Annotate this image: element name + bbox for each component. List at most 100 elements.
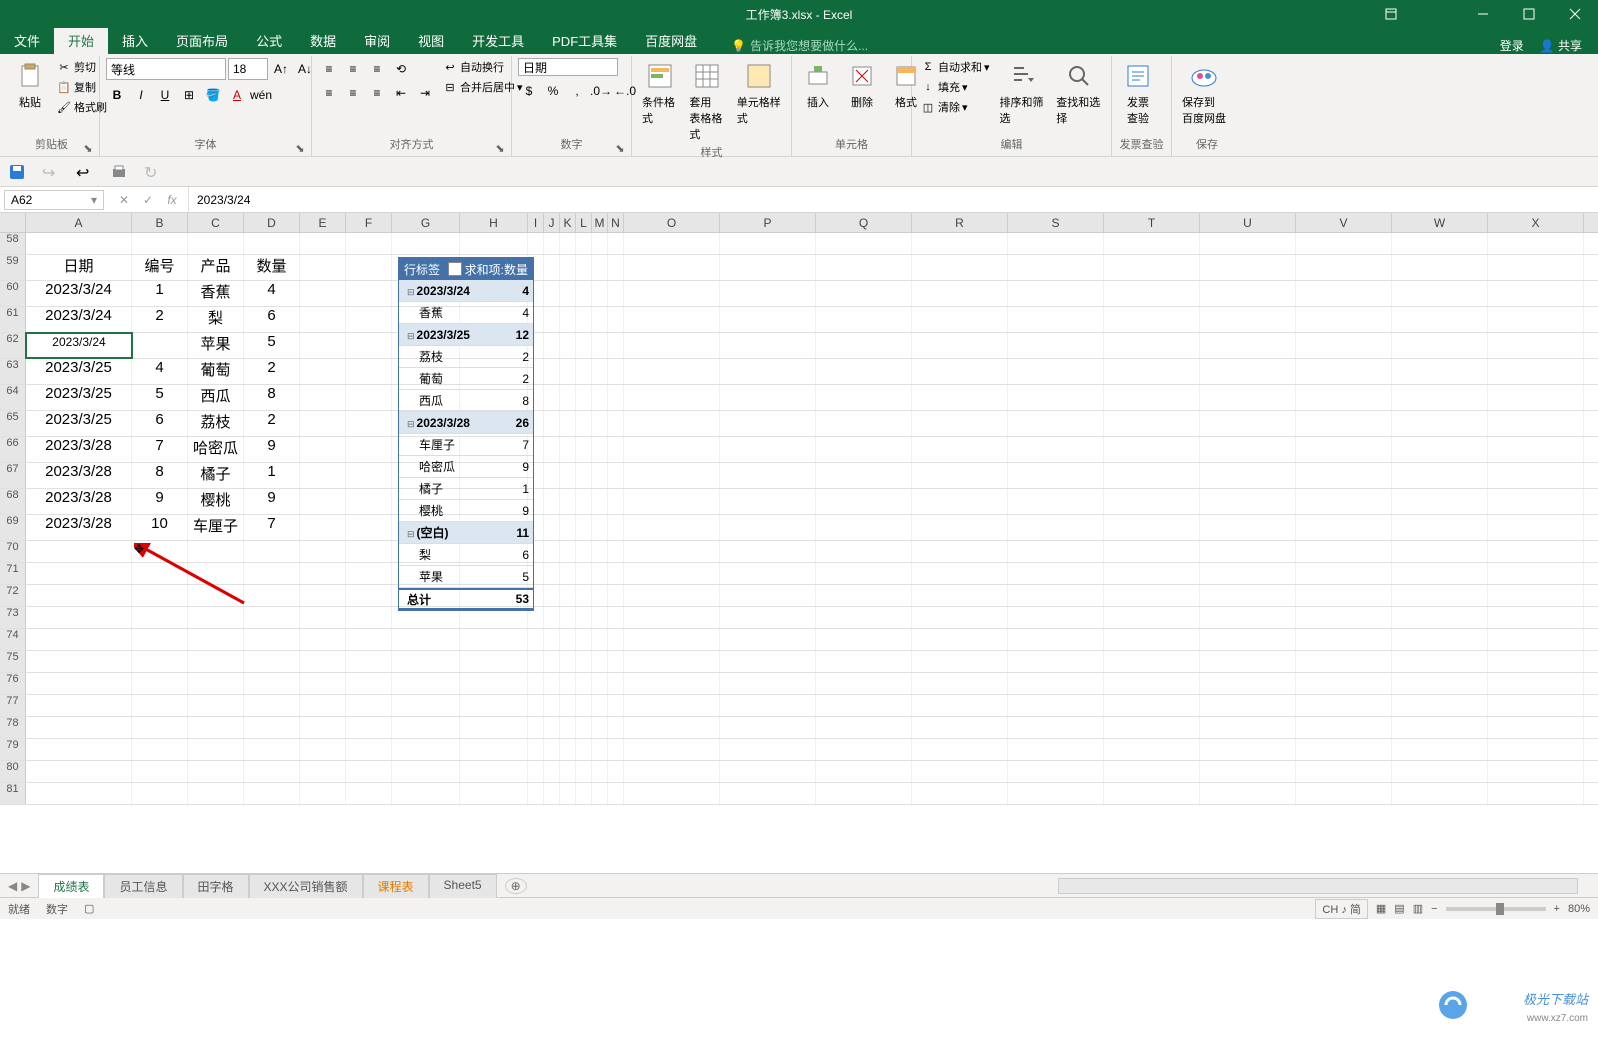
find-select-button[interactable]: 查找和选择 (1052, 58, 1105, 128)
cell[interactable] (528, 717, 544, 738)
cell[interactable] (300, 233, 346, 254)
underline-button[interactable]: U (154, 84, 176, 106)
cell[interactable] (1488, 563, 1584, 584)
cell[interactable] (26, 629, 132, 650)
cell[interactable] (544, 673, 560, 694)
cell[interactable] (26, 717, 132, 738)
cell[interactable] (816, 437, 912, 462)
cell[interactable] (720, 359, 816, 384)
cell[interactable] (720, 233, 816, 254)
cell[interactable] (188, 695, 244, 716)
cell[interactable] (560, 437, 576, 462)
cell[interactable] (1008, 607, 1104, 628)
cell[interactable] (346, 607, 392, 628)
cell[interactable] (244, 739, 300, 760)
cell[interactable] (912, 717, 1008, 738)
cell[interactable]: 7 (244, 515, 300, 540)
align-right-icon[interactable]: ≡ (366, 82, 388, 104)
cell[interactable] (912, 585, 1008, 606)
align-center-icon[interactable]: ≡ (342, 82, 364, 104)
cell[interactable] (720, 255, 816, 280)
cell[interactable] (592, 359, 608, 384)
cell[interactable] (544, 541, 560, 562)
cell[interactable] (624, 359, 720, 384)
column-header[interactable]: E (300, 213, 346, 232)
cell[interactable] (300, 281, 346, 306)
font-color-button[interactable]: A (226, 84, 248, 106)
cell[interactable]: 樱桃 (188, 489, 244, 514)
cell[interactable] (592, 629, 608, 650)
cell[interactable] (592, 607, 608, 628)
cell[interactable] (132, 695, 188, 716)
cell[interactable] (1104, 695, 1200, 716)
cell[interactable] (576, 783, 592, 804)
cell[interactable] (300, 607, 346, 628)
cell[interactable] (544, 489, 560, 514)
cell[interactable] (1488, 515, 1584, 540)
cell[interactable] (624, 281, 720, 306)
column-header[interactable]: C (188, 213, 244, 232)
cell[interactable] (1296, 255, 1392, 280)
cell[interactable] (816, 541, 912, 562)
cell[interactable] (300, 515, 346, 540)
cell[interactable] (912, 739, 1008, 760)
cell[interactable] (1296, 563, 1392, 584)
cell[interactable] (576, 463, 592, 488)
name-box[interactable]: A62▾ (4, 190, 104, 210)
cell[interactable] (1488, 673, 1584, 694)
cell[interactable]: 2 (244, 411, 300, 436)
cell[interactable] (608, 255, 624, 280)
cell[interactable] (608, 307, 624, 332)
cell[interactable] (912, 281, 1008, 306)
ribbon-tab-6[interactable]: 审阅 (350, 27, 404, 54)
cell[interactable] (1488, 333, 1584, 358)
cell[interactable] (1488, 233, 1584, 254)
cell[interactable] (560, 233, 576, 254)
cell[interactable] (576, 411, 592, 436)
sheet-tab[interactable]: 员工信息 (104, 874, 182, 898)
cell[interactable] (544, 585, 560, 606)
cell[interactable] (560, 761, 576, 782)
cell[interactable] (392, 651, 460, 672)
row-header[interactable]: 72 (0, 585, 26, 606)
pivot-table[interactable]: 行标签▾ 求和项:数量 2023/3/244香蕉42023/3/2512荔枝2葡… (398, 257, 534, 611)
cell[interactable] (244, 717, 300, 738)
cell[interactable] (392, 695, 460, 716)
cell[interactable] (576, 385, 592, 410)
cell[interactable] (1296, 651, 1392, 672)
cell[interactable] (1104, 761, 1200, 782)
cell[interactable] (1488, 307, 1584, 332)
cell[interactable] (244, 541, 300, 562)
cell[interactable] (560, 563, 576, 584)
cell[interactable] (1296, 585, 1392, 606)
cell[interactable] (544, 651, 560, 672)
cell[interactable] (392, 739, 460, 760)
cell[interactable] (608, 607, 624, 628)
cell[interactable] (720, 761, 816, 782)
cell[interactable] (560, 411, 576, 436)
align-top-icon[interactable]: ≡ (318, 58, 340, 80)
cell[interactable] (1488, 651, 1584, 672)
cell[interactable] (624, 307, 720, 332)
cell[interactable] (300, 651, 346, 672)
cell[interactable] (560, 385, 576, 410)
pivot-row[interactable]: (空白)11 (399, 522, 533, 544)
select-all-corner[interactable] (0, 213, 26, 232)
cell[interactable] (624, 563, 720, 584)
row-header[interactable]: 76 (0, 673, 26, 694)
cell[interactable] (624, 515, 720, 540)
cell[interactable] (528, 695, 544, 716)
cell[interactable] (132, 673, 188, 694)
cell[interactable]: 5 (244, 333, 300, 358)
cell[interactable] (608, 585, 624, 606)
cell[interactable] (346, 783, 392, 804)
cell[interactable] (816, 333, 912, 358)
cell[interactable] (1296, 629, 1392, 650)
cell[interactable] (544, 515, 560, 540)
cell[interactable] (720, 739, 816, 760)
cell[interactable] (528, 761, 544, 782)
cell[interactable] (1104, 463, 1200, 488)
cell[interactable] (608, 629, 624, 650)
cell[interactable] (1296, 333, 1392, 358)
cell[interactable] (560, 489, 576, 514)
